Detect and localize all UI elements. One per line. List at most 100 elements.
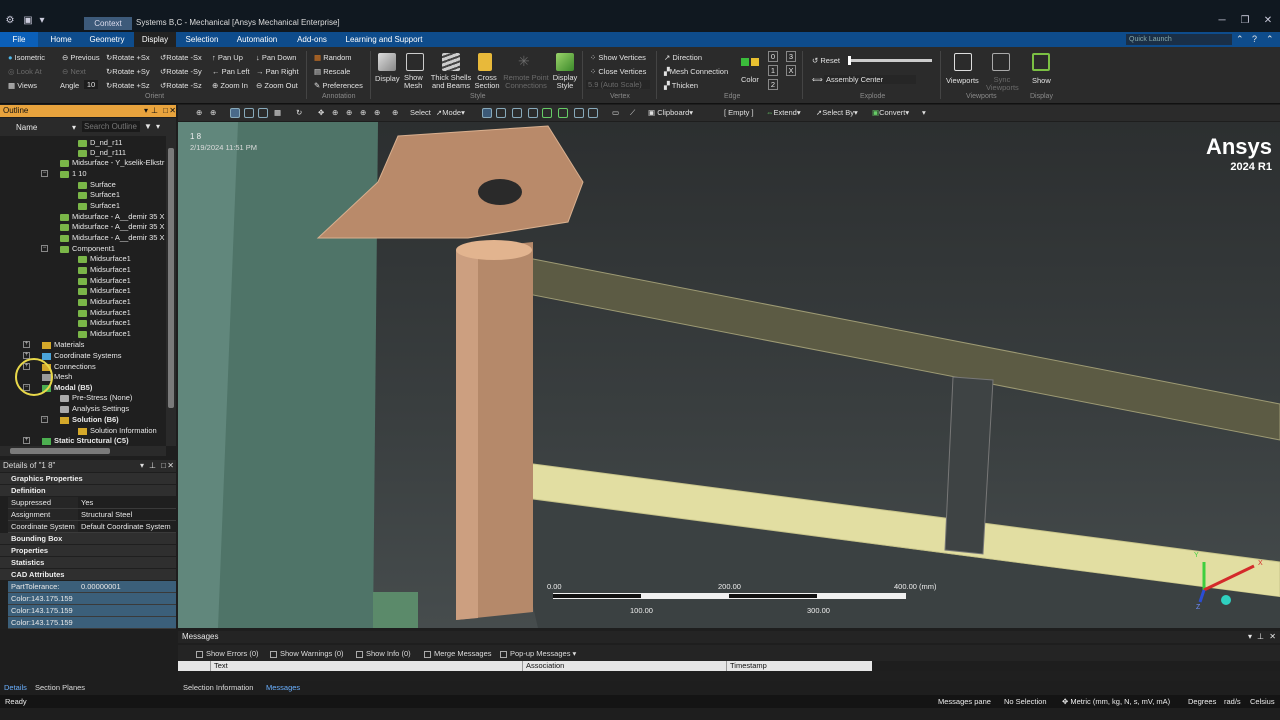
minimize-icon[interactable]: ─ — [1216, 15, 1228, 27]
select-element-icon[interactable] — [558, 108, 568, 118]
maximize-icon[interactable]: □ — [163, 105, 168, 117]
select-by-button[interactable]: ➚Select By▾ — [816, 108, 858, 117]
reset-button[interactable]: ↺ Reset — [812, 56, 840, 65]
tree-node[interactable]: Midsurface1 — [78, 297, 131, 307]
tree-node[interactable]: Midsurface - A__demir 35 X — [60, 222, 165, 232]
select-element-face-icon[interactable] — [574, 108, 584, 118]
tree-node[interactable]: Coordinate Systems — [42, 351, 122, 361]
thicken-button[interactable]: ▞ Thicken — [664, 81, 698, 90]
ribbon-options-icon[interactable]: ⌃ — [1266, 34, 1274, 45]
bounding-box-section[interactable]: Bounding Box — [0, 533, 176, 544]
rotate-psz-button[interactable]: ↻Rotate +Sz — [106, 81, 150, 90]
look-at-button[interactable]: ◎ Look At — [8, 67, 42, 76]
box-zoom-icon[interactable]: ▦ — [274, 108, 281, 117]
graphics-properties-section[interactable]: Graphics Properties — [0, 473, 176, 484]
tree-node[interactable]: Midsurface - Y_kselik-Elkstr — [60, 158, 164, 168]
vertex-scale-select[interactable]: 5.9 (Auto Scale) — [586, 80, 650, 89]
column-header-text[interactable]: Text — [210, 661, 522, 671]
merge-messages-checkbox[interactable]: Merge Messages — [424, 649, 492, 658]
dropdown-icon[interactable]: ▾ — [144, 105, 148, 117]
tree-node[interactable]: Midsurface1 — [78, 308, 131, 318]
collapse-icon[interactable]: − — [41, 170, 48, 177]
tab-automation[interactable]: Automation — [230, 32, 284, 47]
dropdown-icon[interactable]: ▾ — [140, 460, 144, 472]
show-info-checkbox[interactable]: Show Info (0) — [356, 649, 411, 658]
rotate-msz-button[interactable]: ↺Rotate -Sz — [160, 81, 202, 90]
collapse-icon[interactable]: − — [41, 245, 48, 252]
display-style-button[interactable]: Display Style — [552, 74, 578, 90]
model-geometry[interactable] — [178, 122, 1280, 628]
column-header-association[interactable]: Association — [522, 661, 726, 671]
clipboard-button[interactable]: ▣ Clipboard▾ — [648, 108, 693, 117]
edge-color-swatch-yellow[interactable] — [751, 58, 759, 66]
mesh-connection-button[interactable]: ▞Mesh Connection — [664, 67, 728, 76]
property-value[interactable]: Structural Steel — [78, 509, 176, 521]
cross-section-button[interactable]: Cross Section — [474, 74, 500, 90]
select-edge-icon[interactable] — [496, 108, 506, 118]
suppressed-row[interactable]: Suppressed Yes — [8, 497, 176, 509]
color-button[interactable]: Color — [741, 75, 759, 84]
dropdown-icon[interactable]: ▾ — [72, 123, 76, 132]
wireframe-icon[interactable] — [258, 108, 268, 118]
rotate-psx-button[interactable]: ↻Rotate +Sx — [106, 53, 150, 62]
quick-launch-input[interactable]: Quick Launch — [1126, 34, 1232, 45]
tab-section-planes[interactable]: Section Planes — [35, 682, 85, 694]
angle-input[interactable]: 10 — [84, 80, 98, 89]
show-vertices-button[interactable]: ⁘ Show Vertices — [590, 53, 646, 62]
display-button[interactable]: Display — [375, 74, 400, 83]
collapse-icon[interactable]: − — [41, 416, 48, 423]
next-button[interactable]: ⊖ Next — [62, 67, 86, 76]
tree-node[interactable]: Pre-Stress (None) — [60, 393, 132, 403]
tree-node[interactable]: 1 10 — [60, 169, 87, 179]
collapse-ribbon-icon[interactable]: ⌃ — [1236, 34, 1244, 45]
pan-down-button[interactable]: ↓ Pan Down — [256, 53, 296, 62]
tree-node[interactable]: Midsurface1 — [78, 276, 131, 286]
color-row[interactable]: Color:143.175.159 — [8, 605, 176, 617]
rotate-msx-button[interactable]: ↺Rotate -Sx — [160, 53, 202, 62]
label-icon[interactable]: ▭ — [612, 108, 619, 117]
graphics-viewport[interactable]: 1 8 2/19/2024 11:51 PM Ansys 2024 R1 0.0… — [178, 122, 1280, 628]
rescale-button[interactable]: ▤ Rescale — [314, 67, 350, 76]
tree-node[interactable]: D_nd_r11 — [78, 138, 122, 148]
thick-shells-icon[interactable] — [442, 53, 460, 71]
explode-slider-handle[interactable] — [848, 56, 851, 65]
tab-selection[interactable]: Selection — [180, 32, 224, 47]
select-node-icon[interactable] — [542, 108, 552, 118]
maximize-icon[interactable]: □ — [161, 460, 166, 472]
pin-icon[interactable]: ⊥ — [151, 105, 158, 117]
tree-node[interactable]: Midsurface - A__demir 35 X — [60, 233, 165, 243]
color-row[interactable]: Color:143.175.159 — [8, 617, 176, 629]
save-icon[interactable]: ▣ — [22, 15, 34, 27]
assembly-center-select[interactable]: Assembly Center — [824, 75, 916, 84]
quick-access-dropdown-icon[interactable]: ▾ — [36, 15, 48, 27]
extend-button[interactable]: ⇔Extend▾ — [766, 108, 801, 117]
properties-section[interactable]: Properties — [0, 545, 176, 556]
dropdown-icon[interactable]: ▾ — [1248, 631, 1252, 643]
edge-3-button[interactable]: 3 — [786, 51, 796, 62]
select-button[interactable]: Select — [410, 108, 431, 117]
tab-display[interactable]: Display — [134, 32, 176, 47]
tree-node[interactable]: Midsurface1 — [78, 286, 131, 296]
tree-node[interactable]: D_nd_r111 — [78, 148, 126, 158]
edge-2-button[interactable]: 2 — [768, 79, 778, 90]
status-temperature[interactable]: Celsius — [1250, 695, 1275, 708]
zoom-fit-icon[interactable]: ⊕ — [196, 108, 202, 117]
property-value[interactable]: Default Coordinate System — [78, 521, 176, 533]
context-tab[interactable]: Context — [84, 17, 132, 30]
assignment-row[interactable]: Assignment Structural Steel — [8, 509, 176, 521]
tab-geometry[interactable]: Geometry — [84, 32, 130, 47]
close-icon[interactable]: ✕ — [167, 460, 174, 472]
view-mode-icon[interactable] — [230, 108, 240, 118]
status-rads[interactable]: rad/s — [1224, 695, 1241, 708]
random-button[interactable]: ▦ Random — [314, 53, 352, 62]
tree-node[interactable]: Midsurface1 — [78, 254, 131, 264]
tab-file[interactable]: File — [0, 32, 38, 47]
column-header-timestamp[interactable]: Timestamp — [726, 661, 872, 671]
explode-slider[interactable] — [848, 59, 932, 62]
close-vertices-button[interactable]: ⁘ Close Vertices — [590, 67, 646, 76]
coordinate-system-row[interactable]: Coordinate System Default Coordinate Syst… — [8, 521, 176, 533]
property-value[interactable]: 0.00000001 — [78, 581, 176, 593]
tree-node[interactable]: Midsurface1 — [78, 329, 131, 339]
tab-selection-information[interactable]: Selection Information — [183, 682, 253, 694]
select-vertex-icon[interactable] — [482, 108, 492, 118]
